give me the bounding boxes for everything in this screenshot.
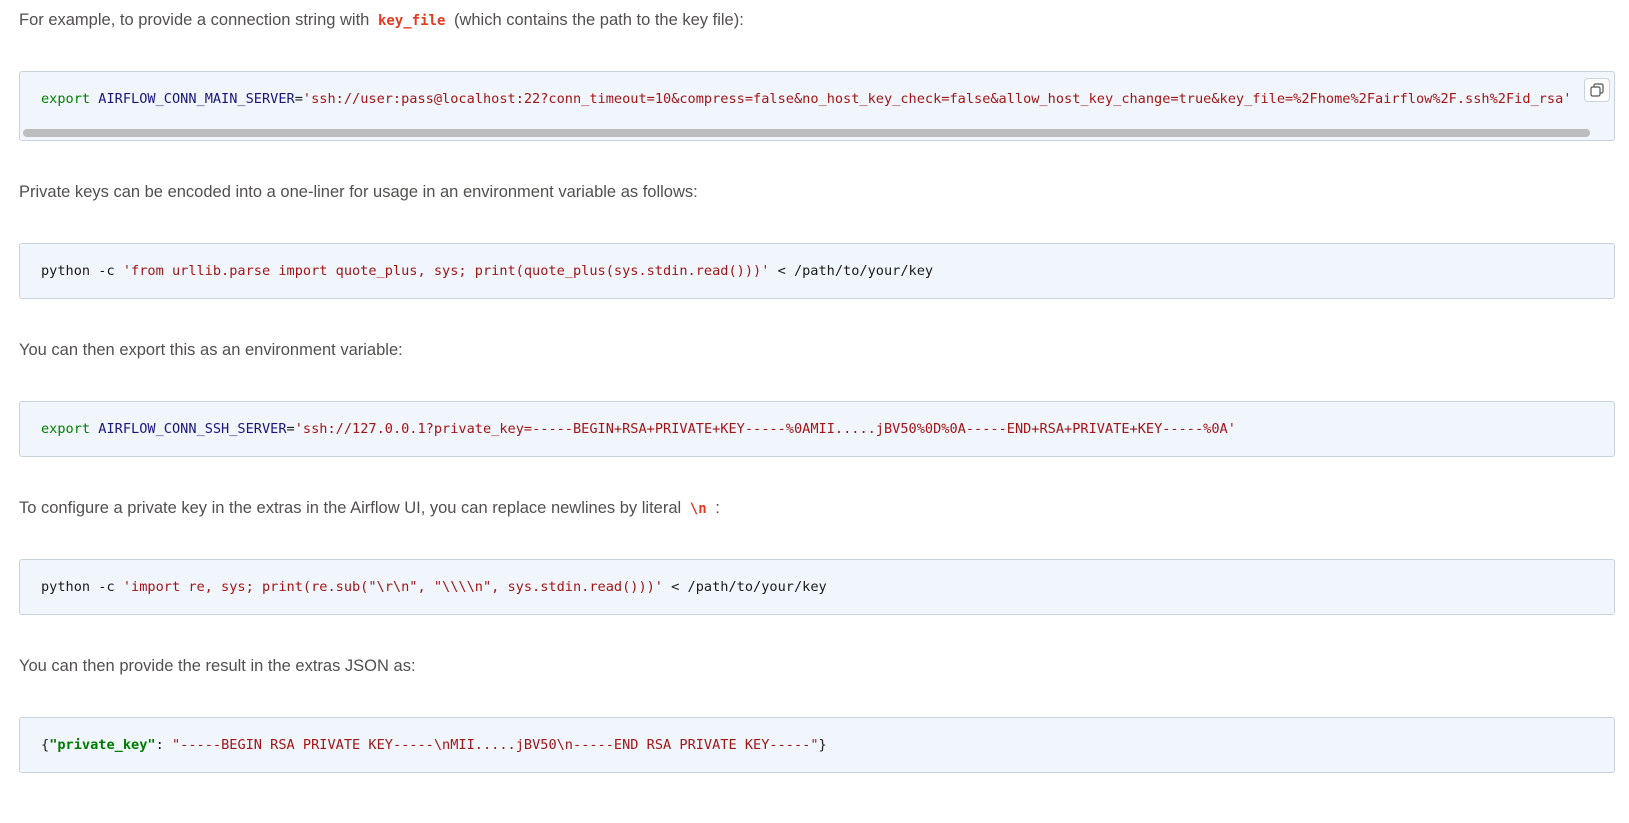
code-block-ssh-server: export AIRFLOW_CONN_SSH_SERVER='ssh://12…	[19, 401, 1615, 457]
paragraph-extras-json: You can then provide the result in the e…	[19, 654, 416, 678]
code-block-json: {"private_key": "-----BEGIN RSA PRIVATE …	[19, 717, 1615, 773]
paragraph-export-env: You can then export this as an environme…	[19, 338, 403, 362]
paragraph-text: (which contains the path to the key file…	[449, 11, 744, 29]
code-brace: {	[41, 737, 50, 753]
copy-icon	[1590, 83, 1604, 97]
json-key: "private_key"	[49, 737, 156, 753]
json-colon: :	[155, 737, 172, 753]
code-variable: AIRFLOW_CONN_MAIN_SERVER	[98, 91, 295, 107]
code-keyword: export	[41, 421, 91, 437]
code-operator: =	[294, 91, 303, 107]
paragraph-key-file-example: For example, to provide a connection str…	[19, 8, 744, 33]
code-block-re-sub: python -c 'import re, sys; print(re.sub(…	[19, 559, 1615, 615]
paragraph-text: For example, to provide a connection str…	[19, 11, 374, 29]
code-block-quote-plus: python -c 'from urllib.parse import quot…	[19, 243, 1615, 299]
code-redirect: < /path/to/your/key	[769, 263, 934, 279]
code-variable: AIRFLOW_CONN_SSH_SERVER	[98, 421, 287, 437]
paragraph-replace-newlines: To configure a private key in the extras…	[19, 496, 720, 521]
inline-code-newline: \n	[689, 501, 707, 517]
code-string: 'from urllib.parse import quote_plus, sy…	[122, 263, 770, 279]
code-string: 'import re, sys; print(re.sub("\r\n", "\…	[122, 579, 663, 595]
code-string: 'ssh://user:pass@localhost:22?conn_timeo…	[302, 91, 1572, 107]
code-keyword: export	[41, 91, 91, 107]
paragraph-text: To configure a private key in the extras…	[19, 499, 686, 517]
code-line: python -c 'import re, sys; print(re.sub(…	[20, 560, 1614, 597]
paragraph-private-keys: Private keys can be encoded into a one-l…	[19, 180, 698, 204]
json-value: "-----BEGIN RSA PRIVATE KEY-----\nMII...…	[171, 737, 819, 753]
code-line: {"private_key": "-----BEGIN RSA PRIVATE …	[20, 718, 1614, 755]
copy-button[interactable]	[1584, 78, 1610, 102]
code-line: python -c 'from urllib.parse import quot…	[20, 244, 1614, 281]
paragraph-text: You can then provide the result in the e…	[19, 657, 416, 675]
paragraph-text: Private keys can be encoded into a one-l…	[19, 183, 698, 201]
code-operator: =	[286, 421, 295, 437]
code-string: 'ssh://127.0.0.1?private_key=-----BEGIN+…	[294, 421, 1236, 437]
code-brace: }	[818, 737, 827, 753]
code-command: python -c	[41, 579, 123, 595]
code-block-main-server: export AIRFLOW_CONN_MAIN_SERVER='ssh://u…	[19, 71, 1615, 141]
horizontal-scrollbar[interactable]	[23, 129, 1590, 137]
code-command: python -c	[41, 263, 123, 279]
code-line: export AIRFLOW_CONN_MAIN_SERVER='ssh://u…	[20, 72, 1614, 109]
code-redirect: < /path/to/your/key	[663, 579, 827, 595]
paragraph-text: :	[710, 499, 720, 517]
code-line: export AIRFLOW_CONN_SSH_SERVER='ssh://12…	[20, 402, 1614, 439]
inline-code-key-file: key_file	[377, 13, 446, 29]
paragraph-text: You can then export this as an environme…	[19, 341, 403, 359]
